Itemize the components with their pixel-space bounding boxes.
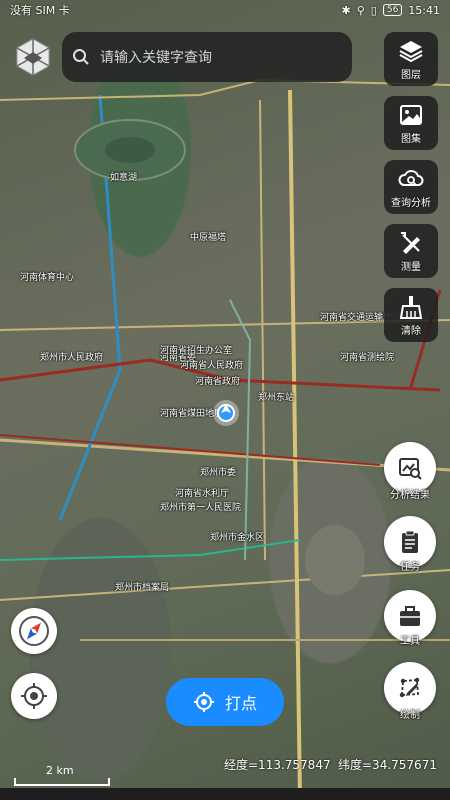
point-button[interactable]: 打点 [166,678,284,726]
map-label: 河南省测绘院 [340,353,395,363]
location-icon: ⚲ [356,3,365,17]
compass-button[interactable] [11,608,57,654]
measure-button[interactable]: 测量 [384,224,438,278]
target-icon [193,692,214,712]
latitude-text: 纬度=34.757671 [338,758,437,772]
map-label: 郑州市金水区 [210,533,265,543]
analysis-result-label: 分析结果 [390,490,430,501]
map-label: 郑州市委 [200,468,237,478]
map-label: 河南省交通运输厅 [320,313,393,323]
broom-icon [399,295,423,319]
cloud-search-icon [398,169,424,186]
scale-label: 2 km [46,764,74,777]
map-label: 河南省招生办公室 [160,346,233,356]
status-bar: 没有 SIM 卡 ✱ ⚲ ▯ 56 15:41 [0,0,450,20]
gallery-button[interactable]: 图集 [384,96,438,150]
map-label: 河南省人民政府 [180,361,244,371]
map-label: 河南省政府 [195,377,241,387]
ruler-pencil-icon [401,231,420,254]
image-icon [400,104,422,125]
compass-icon [19,616,49,646]
bottom-strip [0,788,450,800]
draw-polygon-icon [399,677,420,698]
clear-button[interactable]: 清除 [384,288,438,342]
map-label: 郑州市人民政府 [40,353,104,363]
gallery-label: 图集 [401,133,421,145]
vibrate-icon: ▯ [370,3,377,17]
carrier-text: 没有 SIM 卡 [10,4,70,17]
toolbox-icon [400,606,420,626]
draw-label: 绘制 [400,710,420,721]
locate-button[interactable] [11,673,57,719]
layers-button[interactable]: 图层 [384,32,438,86]
map-label: 河南体育中心 [20,273,75,283]
search-icon [73,49,89,65]
task-label: 任务 [400,562,420,573]
map-label: 如意湖 [110,173,138,183]
map-label: 郑州市第一人民医院 [160,503,242,513]
clear-label: 清除 [401,325,421,337]
chart-search-icon [399,458,422,480]
clipboard-icon [402,530,418,553]
longitude-text: 经度=113.757847 [224,758,331,772]
scale-bar [14,778,110,786]
crosshair-icon [21,683,47,709]
query-analysis-button[interactable]: 查询分析 [384,160,438,214]
bluetooth-icon: ✱ [341,3,351,17]
search-placeholder: 请输入关键字查询 [100,50,212,66]
search-bar[interactable]: 请输入关键字查询 [62,32,352,82]
map-label: 郑州东站 [258,393,295,403]
map-label: 郑州市档案局 [115,583,170,593]
tools-label: 工具 [400,636,420,647]
map-label: 河南省水利厅 [175,489,230,499]
map-label: 中原福塔 [190,233,227,243]
layers-label: 图层 [401,69,421,81]
point-label: 打点 [224,694,257,713]
battery-indicator: 56 [382,4,403,16]
measure-label: 测量 [401,261,421,273]
app-logo-icon[interactable] [16,38,50,76]
layers-icon [399,40,423,62]
clock: 15:41 [408,3,440,17]
query-analysis-label: 查询分析 [391,197,431,209]
location-marker-icon [213,400,239,426]
